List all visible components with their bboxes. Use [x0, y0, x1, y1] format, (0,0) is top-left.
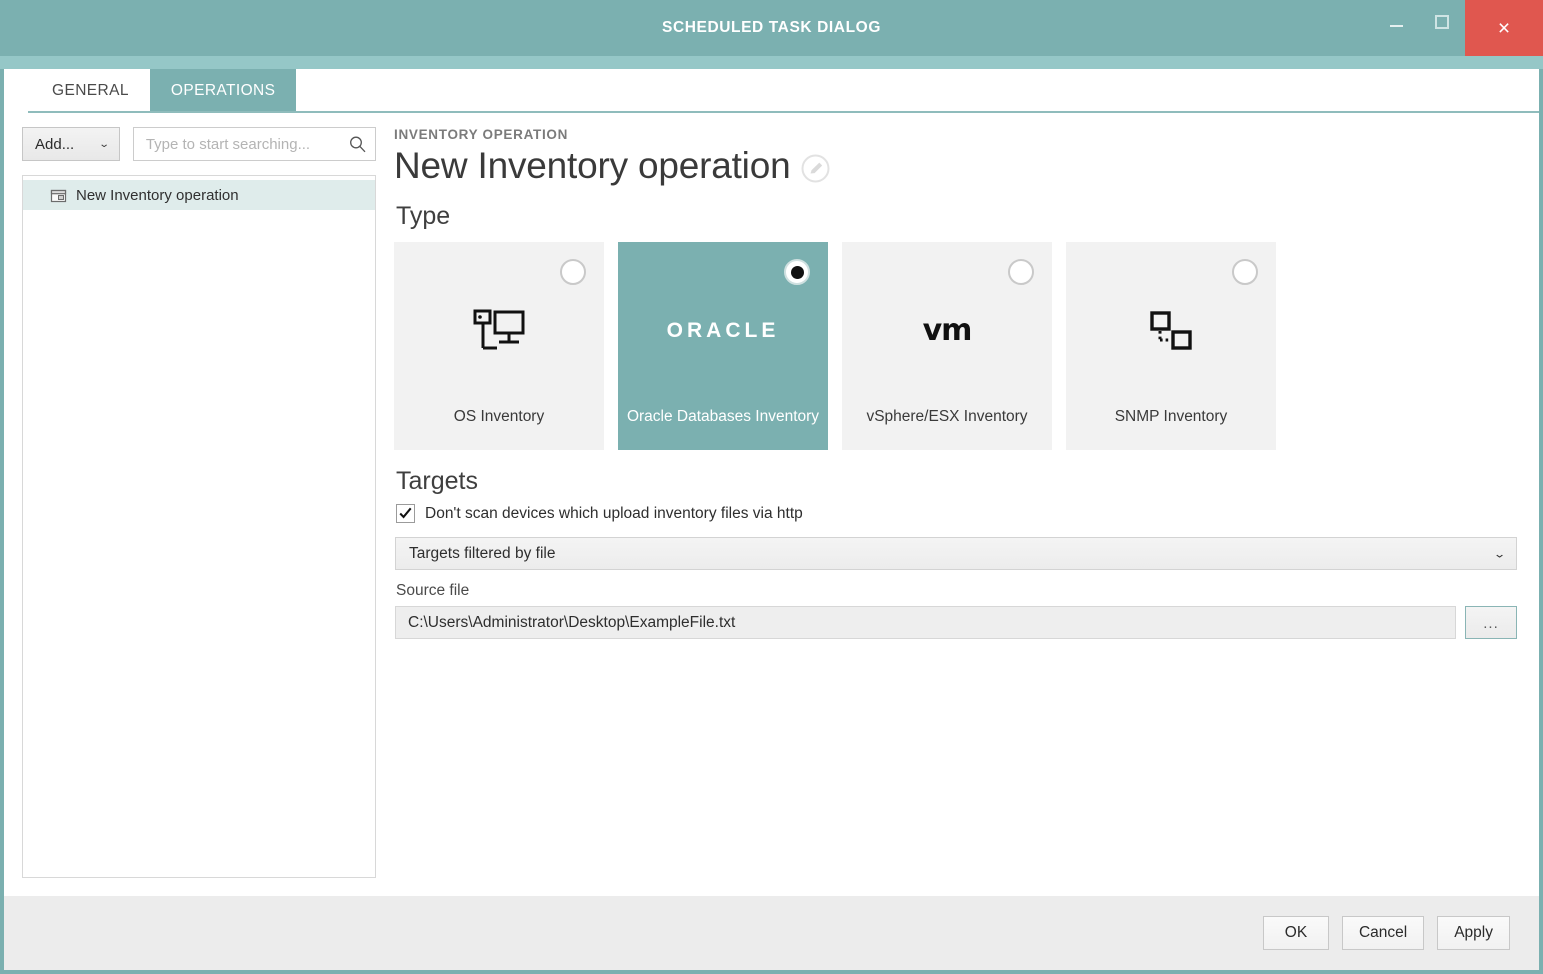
- radio-os-inventory[interactable]: [560, 259, 586, 286]
- dont-scan-http-checkbox[interactable]: [396, 504, 415, 524]
- maximize-button[interactable]: [1419, 0, 1465, 44]
- pencil-circle-icon[interactable]: [801, 154, 830, 183]
- add-button-label: Add...: [35, 135, 75, 153]
- type-card-label: Oracle Databases Inventory: [626, 407, 820, 425]
- close-button[interactable]: ×: [1465, 0, 1543, 56]
- type-card-vsphere-esx-inventory[interactable]: vm vSphere/ESX Inventory: [842, 242, 1052, 451]
- radio-dot: [790, 265, 804, 279]
- targets-filter-value: Targets filtered by file: [409, 544, 556, 562]
- type-card-snmp-inventory[interactable]: SNMP Inventory: [1066, 242, 1276, 451]
- type-card-oracle-databases-inventory[interactable]: ORACLE Oracle Databases Inventory: [618, 242, 828, 451]
- chevron-down-icon: ⌄: [1492, 548, 1506, 561]
- title-bar: Scheduled Task Dialog ×: [0, 0, 1543, 56]
- type-card-os-inventory[interactable]: OS Inventory: [394, 242, 604, 451]
- source-file-row: C:\Users\Administrator\Desktop\ExampleFi…: [395, 606, 1517, 640]
- type-heading: Type: [396, 202, 451, 231]
- radio-oracle-databases-inventory[interactable]: [784, 259, 810, 286]
- search-icon: [349, 136, 366, 153]
- oracle-logo-text: ORACLE: [666, 318, 780, 342]
- page-title-row: New Inventory operation: [394, 143, 1517, 188]
- minimize-button[interactable]: [1373, 0, 1419, 44]
- source-file-input[interactable]: C:\Users\Administrator\Desktop\ExampleFi…: [395, 606, 1456, 640]
- radio-snmp-inventory[interactable]: [1232, 259, 1258, 286]
- detail-panel: INVENTORY OPERATION New Inventory operat…: [376, 113, 1539, 896]
- cancel-button[interactable]: Cancel: [1341, 916, 1425, 950]
- tab-strip: GENERAL OPERATIONS: [4, 69, 1539, 113]
- targets-heading: Targets: [396, 467, 478, 496]
- targets-filter-select[interactable]: Targets filtered by file ⌄: [395, 537, 1517, 571]
- type-card-label: OS Inventory: [453, 407, 545, 425]
- tab-underline: [28, 111, 1539, 113]
- source-file-label: Source file: [396, 582, 470, 600]
- operations-sidebar: Add... ⌄ Type to start searching... New …: [4, 113, 376, 896]
- window-title: Scheduled Task Dialog: [662, 19, 881, 36]
- chevron-down-icon: ⌄: [98, 138, 111, 150]
- close-icon: ×: [1497, 16, 1511, 40]
- tab-general[interactable]: GENERAL: [31, 69, 150, 113]
- list-item[interactable]: New Inventory operation: [23, 180, 375, 210]
- browse-file-button[interactable]: ...: [1465, 606, 1517, 640]
- list-item-label: New Inventory operation: [76, 186, 239, 204]
- dont-scan-http-checkbox-row[interactable]: Don't scan devices which upload inventor…: [396, 504, 1517, 524]
- window-controls: ×: [1373, 0, 1543, 56]
- tab-operations[interactable]: OPERATIONS: [149, 69, 297, 113]
- type-card-label: vSphere/ESX Inventory: [866, 407, 1028, 425]
- search-box[interactable]: [132, 127, 376, 161]
- operations-list: New Inventory operation: [22, 175, 376, 878]
- dont-scan-http-label: Don't scan devices which upload inventor…: [425, 504, 803, 522]
- dialog-window: Scheduled Task Dialog × GENERAL OPERATIO…: [0, 0, 1543, 974]
- vmware-logo-text: vm: [922, 313, 973, 349]
- add-button[interactable]: Add... ⌄: [22, 127, 120, 161]
- radio-vsphere-esx-inventory[interactable]: [1008, 259, 1034, 286]
- maximize-icon: [1435, 15, 1449, 29]
- apply-button[interactable]: Apply: [1437, 916, 1510, 950]
- check-icon: [399, 507, 412, 519]
- dialog-body: GENERAL OPERATIONS Add... ⌄ Type to star…: [4, 69, 1539, 896]
- dialog-footer: OK Cancel Apply: [4, 896, 1539, 970]
- page-title: New Inventory operation: [394, 145, 791, 186]
- ok-button[interactable]: OK: [1262, 916, 1329, 950]
- sidebar-toolbar: Add... ⌄: [22, 127, 376, 161]
- type-card-label: SNMP Inventory: [1114, 407, 1228, 425]
- type-card-group: OS Inventory ORACLE Oracle Databases Inv…: [394, 242, 1517, 451]
- main-area: Add... ⌄ Type to start searching... New …: [4, 113, 1539, 896]
- minimize-icon: [1389, 25, 1403, 27]
- title-accent-strip: [0, 56, 1543, 69]
- breadcrumb: INVENTORY OPERATION: [394, 127, 569, 142]
- search-input[interactable]: [143, 134, 341, 154]
- box-icon: [50, 187, 67, 204]
